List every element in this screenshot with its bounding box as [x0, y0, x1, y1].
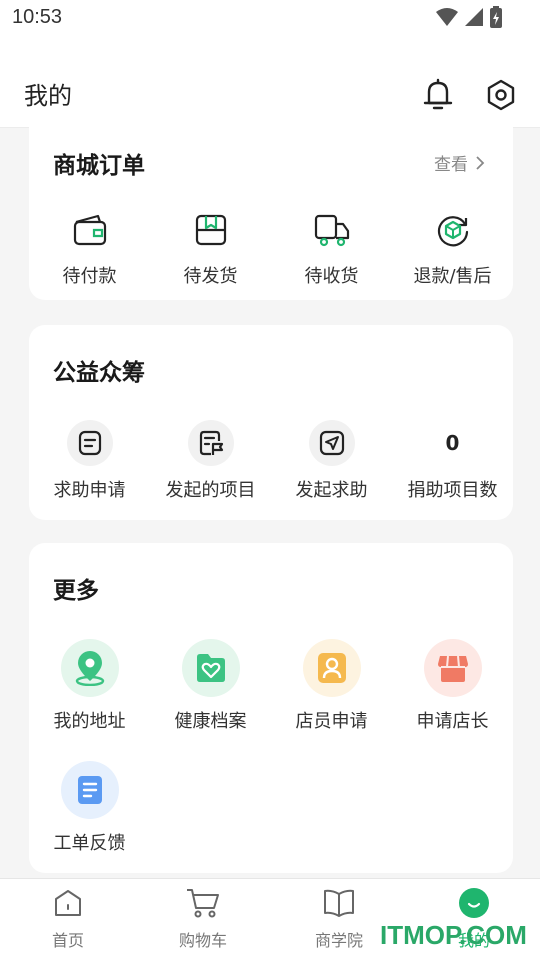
wifi-icon — [436, 8, 458, 26]
book-icon — [324, 889, 354, 917]
more-item-label: 工单反馈 — [53, 833, 126, 854]
bell-icon[interactable] — [422, 78, 454, 112]
battery-icon — [490, 6, 502, 28]
order-pending-payment[interactable]: 待付款 — [29, 212, 150, 288]
tab-label: 首页 — [51, 931, 84, 950]
truck-icon — [314, 214, 349, 247]
profile-icon — [459, 888, 489, 918]
icon-circle — [187, 420, 234, 466]
staff-badge-icon — [317, 653, 346, 683]
icon-circle — [302, 639, 361, 697]
charity-item-label: 捐助项目数 — [407, 480, 498, 501]
icon-circle — [66, 420, 113, 466]
signal-icon — [465, 8, 483, 26]
status-bar: 10:53 — [0, 0, 540, 40]
package-icon — [195, 214, 226, 246]
settings-icon[interactable] — [485, 78, 517, 112]
charity-start-help[interactable]: 发起求助 — [271, 420, 392, 502]
work-order-icon — [77, 776, 102, 804]
order-item-label: 退款/售后 — [413, 266, 492, 287]
document-icon — [78, 430, 101, 456]
orders-card: 商城订单 查看 待付款 待发货 待收货 退款/售后 — [29, 126, 513, 300]
charity-item-label: 发起的项目 — [165, 480, 256, 501]
charity-my-projects[interactable]: 发起的项目 — [150, 420, 271, 502]
icon-circle — [60, 761, 119, 819]
order-item-label: 待收货 — [304, 266, 359, 287]
send-icon — [319, 430, 344, 456]
more-work-order-feedback[interactable]: 工单反馈 — [29, 761, 150, 855]
order-item-label: 待付款 — [62, 266, 117, 287]
more-item-label: 申请店长 — [416, 711, 489, 732]
wallet-icon — [73, 214, 106, 246]
tab-label: 商学院 — [314, 931, 363, 950]
more-my-address[interactable]: 我的地址 — [29, 639, 150, 733]
charity-item-label: 发起求助 — [295, 480, 368, 501]
chevron-right-icon — [476, 155, 485, 170]
more-card: 更多 我的地址 健康档案 店员申请 申请店长 工单反馈 — [29, 543, 513, 873]
charity-title: 公益众筹 — [53, 360, 145, 386]
more-apply-store-manager[interactable]: 申请店长 — [392, 639, 513, 733]
order-item-label: 待发货 — [183, 266, 238, 287]
more-item-label: 健康档案 — [174, 711, 247, 732]
order-pending-receipt[interactable]: 待收货 — [271, 212, 392, 288]
flag-document-icon — [199, 430, 223, 456]
page-title: 我的 — [24, 82, 72, 110]
icon-circle — [60, 639, 119, 697]
charity-card: 公益众筹 求助申请 发起的项目 发起求助 0 捐助项目数 — [29, 325, 513, 520]
tab-cart[interactable]: 购物车 — [153, 887, 253, 951]
charity-donated-count[interactable]: 0 捐助项目数 — [392, 420, 513, 502]
order-pending-shipment[interactable]: 待发货 — [150, 212, 271, 288]
charity-item-label: 求助申请 — [53, 480, 126, 501]
orders-title: 商城订单 — [53, 153, 145, 179]
page-header: 我的 — [0, 40, 540, 128]
icon-circle — [308, 420, 355, 466]
status-time: 10:53 — [12, 6, 63, 28]
home-icon — [55, 890, 81, 916]
order-refund-aftersales[interactable]: 退款/售后 — [392, 212, 513, 288]
more-item-label: 我的地址 — [53, 711, 126, 732]
more-item-label: 店员申请 — [295, 711, 368, 732]
health-folder-icon — [196, 654, 225, 682]
charity-help-application[interactable]: 求助申请 — [29, 420, 150, 502]
more-staff-application[interactable]: 店员申请 — [271, 639, 392, 733]
store-icon — [437, 655, 468, 682]
more-title: 更多 — [53, 578, 99, 604]
more-health-records[interactable]: 健康档案 — [150, 639, 271, 733]
status-icons — [436, 6, 502, 28]
view-all-orders-link[interactable]: 查看 — [434, 150, 485, 175]
icon-circle — [423, 639, 482, 697]
refund-icon — [437, 216, 468, 247]
tab-label: 购物车 — [178, 931, 227, 950]
tab-academy[interactable]: 商学院 — [289, 887, 389, 951]
donated-count-value: 0 — [445, 431, 460, 455]
view-all-label: 查看 — [434, 155, 468, 175]
tab-home[interactable]: 首页 — [18, 887, 118, 951]
icon-circle — [181, 639, 240, 697]
location-pin-icon — [75, 651, 104, 686]
cart-icon — [187, 889, 219, 918]
watermark-text: ITMOP.COM — [380, 920, 527, 950]
